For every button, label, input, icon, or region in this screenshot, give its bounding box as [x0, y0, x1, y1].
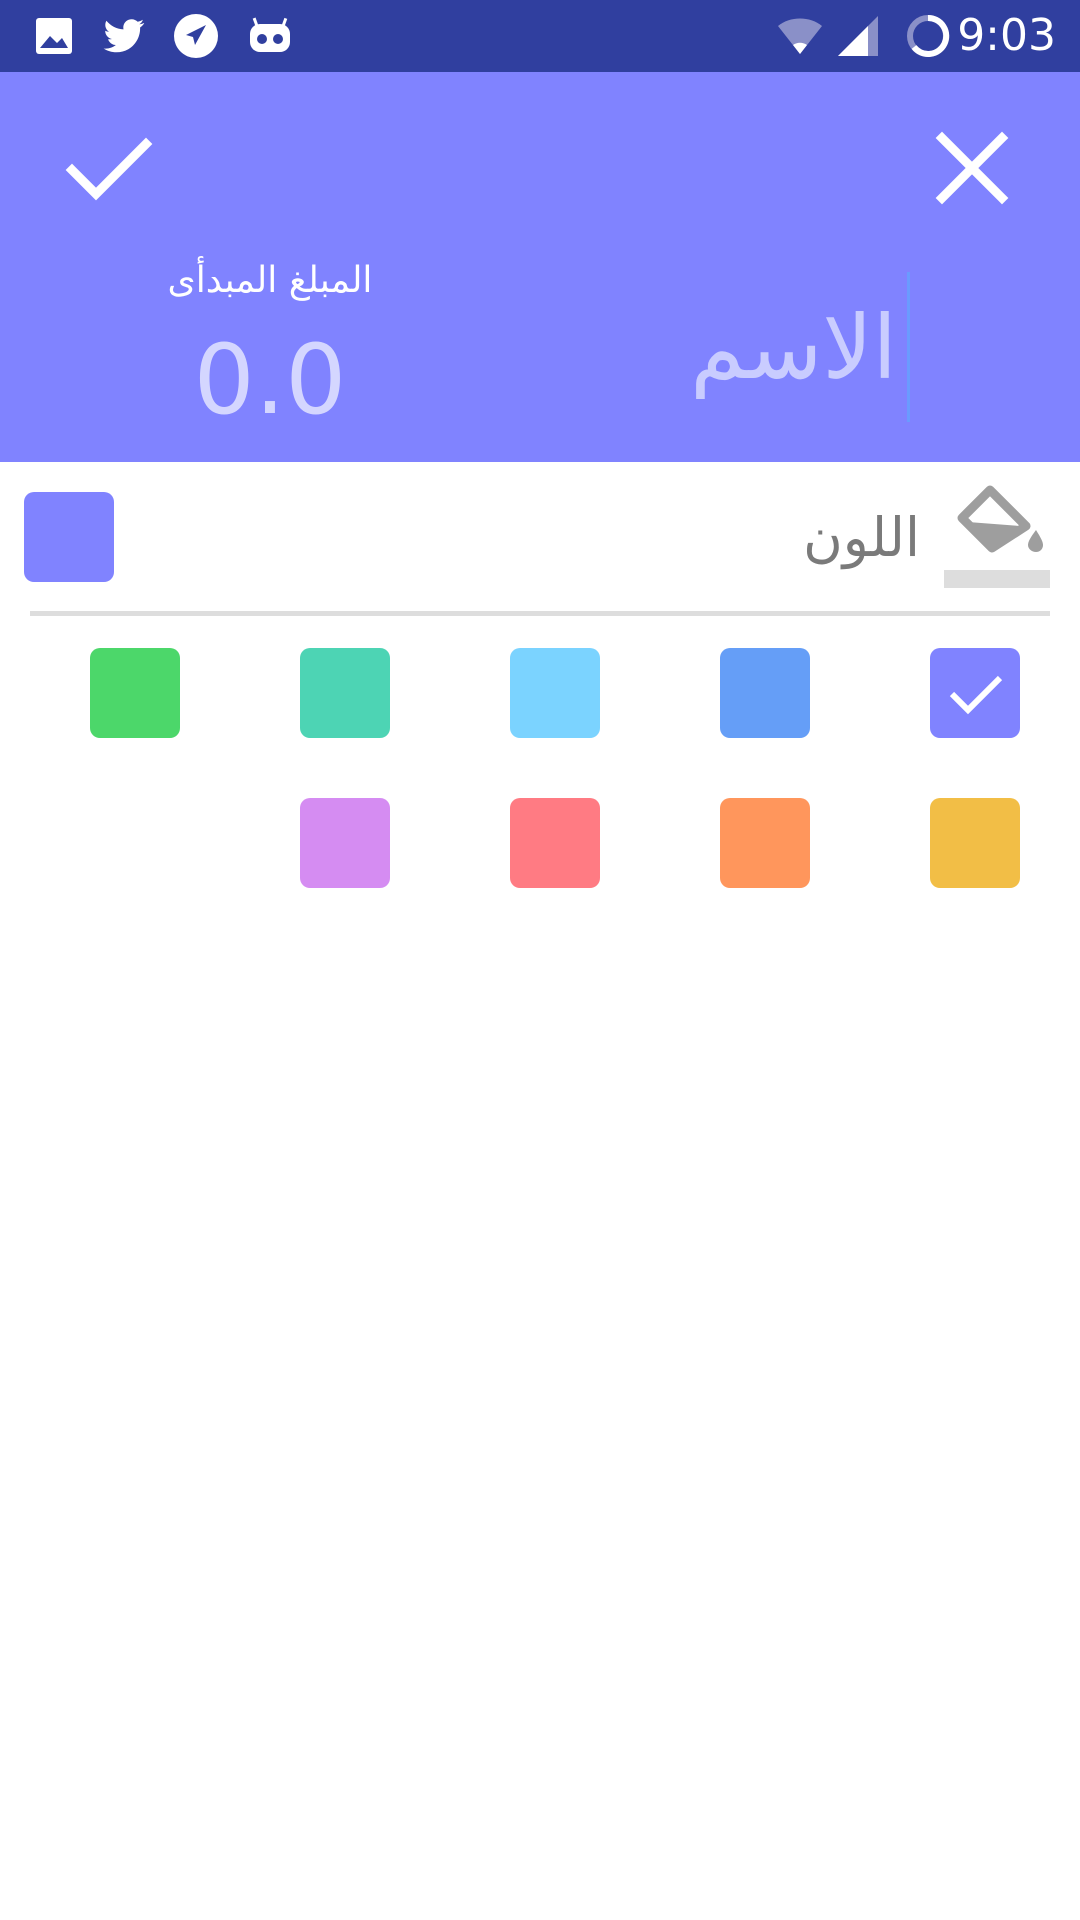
telegram-icon	[172, 12, 220, 60]
color-swatch[interactable]	[300, 798, 390, 888]
header: المبلغ المبدأى 0.0	[0, 72, 1080, 462]
signal-icon	[834, 12, 882, 60]
color-swatch[interactable]	[300, 648, 390, 738]
wifi-icon	[776, 12, 824, 60]
battery-ring-icon	[904, 12, 952, 60]
check-icon	[65, 137, 153, 201]
status-clock: 9:03	[957, 10, 1056, 61]
color-swatch[interactable]	[720, 648, 810, 738]
status-bar: 9:03	[0, 0, 1080, 72]
amount-label: المبلغ المبدأى	[167, 260, 373, 301]
color-swatch[interactable]	[90, 648, 180, 738]
amount-value[interactable]: 0.0	[130, 320, 410, 440]
paint-bucket-icon	[944, 482, 1050, 592]
cyanogen-icon	[246, 12, 294, 60]
divider	[30, 611, 1050, 616]
color-swatch[interactable]	[930, 798, 1020, 888]
color-swatch[interactable]	[510, 648, 600, 738]
color-swatch[interactable]	[720, 798, 810, 888]
selected-color-swatch	[24, 492, 114, 582]
check-icon	[949, 675, 1003, 715]
twitter-icon	[100, 12, 148, 60]
close-icon	[935, 131, 1009, 205]
confirm-button[interactable]	[50, 108, 170, 228]
color-label: اللون	[803, 506, 920, 569]
color-swatch[interactable]	[510, 798, 600, 888]
name-input[interactable]	[560, 272, 910, 422]
color-swatch-selected[interactable]	[930, 648, 1020, 738]
gallery-icon	[30, 12, 78, 60]
color-row[interactable]: اللون	[0, 462, 1080, 612]
close-button[interactable]	[912, 108, 1032, 228]
